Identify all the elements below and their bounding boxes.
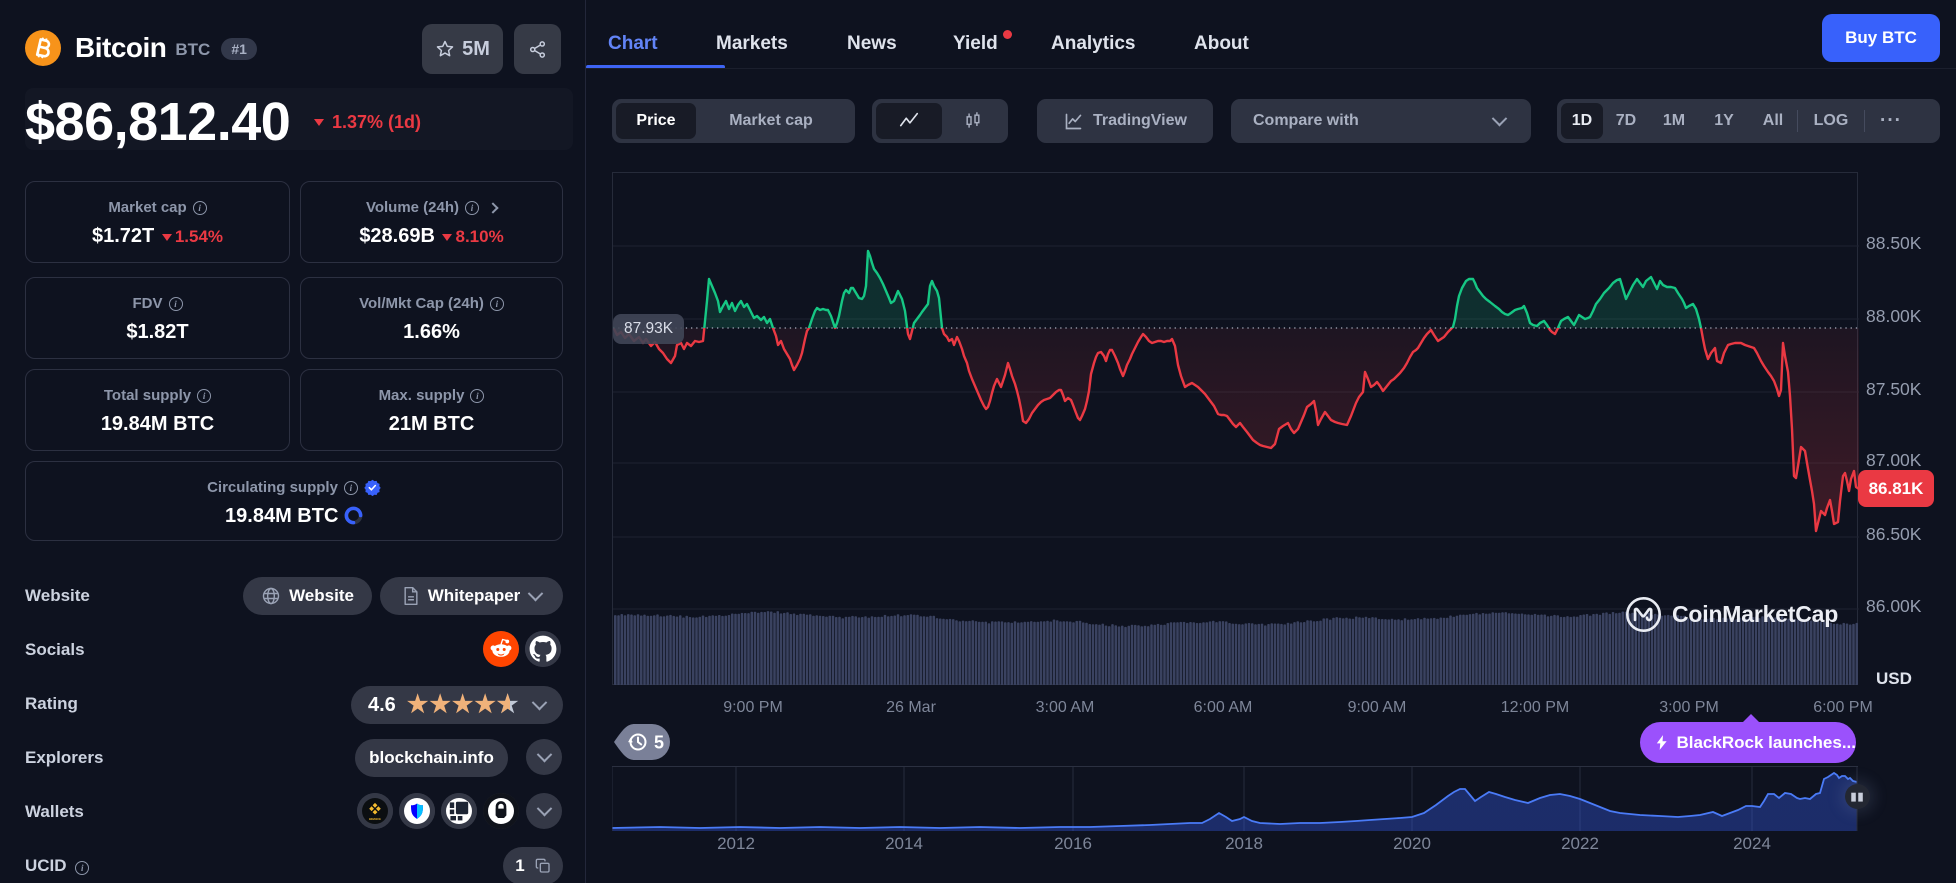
svg-text:5: 5 <box>654 733 664 753</box>
svg-text:BINANCE: BINANCE <box>369 817 381 821</box>
